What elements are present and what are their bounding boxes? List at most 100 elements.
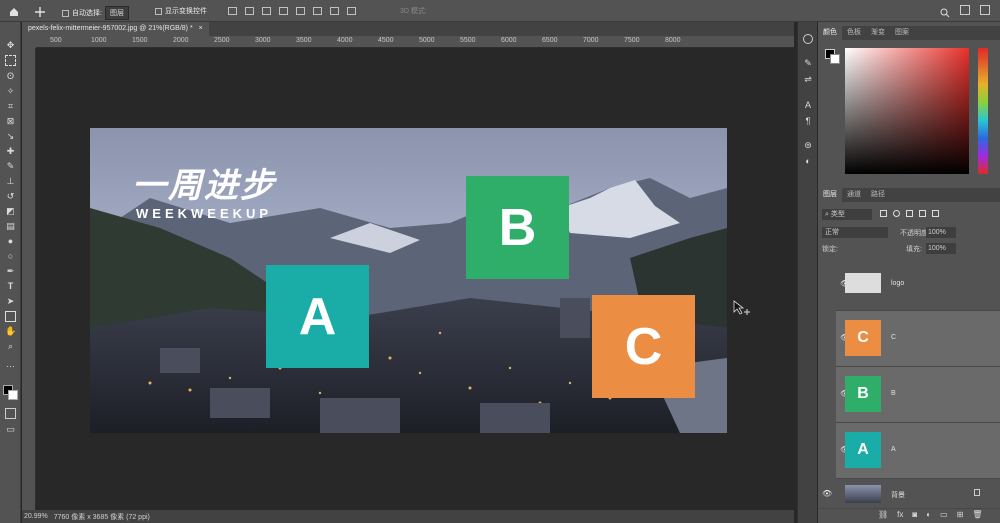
filter-adjustment-icon[interactable] [893,210,900,217]
eyedropper-icon[interactable]: ↘ [5,131,16,142]
show-transform-label: 显示变换控件 [165,8,207,15]
show-transform-checkbox[interactable] [155,7,162,15]
layer-row-background[interactable]: 👁 背景 [818,479,1000,509]
align-bottom-icon[interactable] [330,7,339,15]
libraries-icon[interactable]: ⊜ [803,140,813,150]
gradient-tool-icon[interactable]: ▤ [5,221,16,232]
properties-icon[interactable]: ◐ [803,156,813,166]
distribute-icon[interactable] [279,7,288,15]
blur-tool-icon[interactable]: ● [5,236,16,247]
tab-channels[interactable]: 通道 [842,188,866,202]
trash-icon[interactable]: 🗑 [972,510,982,519]
layer-thumbnail: B [845,376,881,412]
quick-mask-icon[interactable] [5,408,16,419]
tab-swatches[interactable]: 色板 [842,26,866,40]
collapsed-panel-dock: ✎ ⇌ A ¶ ⊜ ◐ [797,22,817,523]
align-top-icon[interactable] [296,7,305,15]
group-icon[interactable]: ▭ [940,510,948,519]
dodge-tool-icon[interactable]: ○ [5,251,16,262]
screen-mode-icon[interactable]: ▭ [5,424,16,435]
layer-name: 背景 [891,492,905,499]
more-tools-icon[interactable]: … [5,359,16,370]
fill-label: 填充: [906,246,922,253]
info-icon[interactable] [803,34,813,44]
color-picker-field[interactable] [845,48,969,174]
ruler-tick-label: 1000 [91,37,107,44]
zoom-tool-icon[interactable]: ⌕ [5,341,16,352]
hue-slider[interactable] [978,48,988,174]
adjustment-icon[interactable]: ◐ [926,510,931,519]
path-selection-icon[interactable]: ➤ [5,296,16,307]
paragraph-icon[interactable]: ¶ [803,116,813,126]
align-center-icon[interactable] [245,7,254,15]
layer-row-a[interactable]: 👁 A A [836,423,1000,479]
tab-paths[interactable]: 路径 [866,188,890,202]
tab-color[interactable]: 颜色 [818,26,842,40]
background-color-swatch[interactable] [8,390,18,400]
layers-panel-tabs: 图层 通道 路径 [818,188,1000,202]
layer-row-c[interactable]: 👁 C C [836,311,1000,367]
horizontal-ruler[interactable]: 500 1000 1500 2000 2500 3000 3500 4000 4500 5000 5… [36,36,794,48]
tab-gradients[interactable]: 渐变 [866,26,890,40]
tab-patterns[interactable]: 图案 [890,26,914,40]
healing-brush-icon[interactable]: ✚ [5,146,16,157]
brush-tool-icon[interactable]: ✎ [5,161,16,172]
layer-row-logo[interactable]: 👁 logo [836,255,1000,311]
link-icon[interactable]: ⛓ [878,510,888,519]
vertical-ruler[interactable] [22,48,36,510]
distribute-vertical-icon[interactable] [347,7,356,15]
layer-a-box[interactable]: A [266,265,369,368]
align-middle-icon[interactable] [313,7,322,15]
filter-type-icon[interactable] [906,210,913,217]
adjustments-icon[interactable]: ⇌ [803,74,813,84]
clone-stamp-icon[interactable]: ⊥ [5,176,16,187]
crop-tool-icon[interactable]: ⌗ [5,101,16,112]
brush-settings-icon[interactable]: ✎ [803,58,813,68]
layer-b-box[interactable]: B [466,176,569,279]
document-tab[interactable]: pexels-felix-mittermeier-957002.jpg @ 21… [22,22,209,36]
fill-field[interactable]: 100% [926,243,956,254]
hand-tool-icon[interactable]: ✋ [5,326,16,337]
layer-name: logo [891,280,905,287]
layer-c-box[interactable]: C [592,295,695,398]
lasso-tool-icon[interactable]: ʘ [5,71,16,82]
auto-select-checkbox[interactable] [62,9,69,17]
workspace-icon[interactable] [960,5,970,15]
magic-wand-icon[interactable]: ✧ [5,86,16,97]
mask-icon[interactable]: ◙ [912,510,917,519]
search-icon[interactable] [940,5,950,18]
frame-tool-icon[interactable]: ⊠ [5,116,16,127]
align-right-icon[interactable] [262,7,271,15]
document-size-info: 7760 像素 x 3685 像素 (72 ppi) [53,513,150,521]
auto-select-dropdown[interactable]: 图层 [104,6,129,20]
share-icon[interactable] [980,5,990,15]
move-tool-icon[interactable] [34,5,46,17]
3d-mode-label: 3D 模式: [400,8,427,15]
background-color-swatch[interactable] [830,54,840,64]
layer-row-b[interactable]: 👁 B B [836,367,1000,423]
new-layer-icon[interactable]: ⊞ [957,510,964,519]
visibility-eye-icon[interactable]: 👁 [822,489,832,498]
type-tool-icon[interactable]: T [5,281,16,292]
blend-mode-dropdown[interactable]: 正常 [822,227,888,238]
align-left-icon[interactable] [228,7,237,15]
character-icon[interactable]: A [803,100,813,110]
filter-shape-icon[interactable] [919,210,926,217]
history-brush-icon[interactable]: ↺ [5,191,16,202]
tab-layers[interactable]: 图层 [818,188,842,202]
auto-select-label: 自动选择: [72,10,102,17]
document-canvas[interactable]: 一周进步 WEEKWEEKUP B A C [90,128,727,433]
zoom-level[interactable]: 20.99% [24,513,48,520]
eraser-icon[interactable]: ◩ [5,206,16,217]
layer-filter-dropdown[interactable]: ⌕ 类型 [822,209,872,220]
marquee-tool-icon[interactable] [5,55,16,66]
close-tab-icon[interactable]: × [199,22,203,36]
pen-tool-icon[interactable]: ✒ [5,266,16,277]
move-tool-icon[interactable]: ✥ [5,40,16,51]
opacity-field[interactable]: 100% [926,227,956,238]
fx-icon[interactable]: fx [897,510,903,519]
rectangle-tool-icon[interactable] [5,311,16,322]
home-icon[interactable] [8,5,20,17]
filter-smart-icon[interactable] [932,210,939,217]
filter-pixel-icon[interactable] [880,210,887,217]
